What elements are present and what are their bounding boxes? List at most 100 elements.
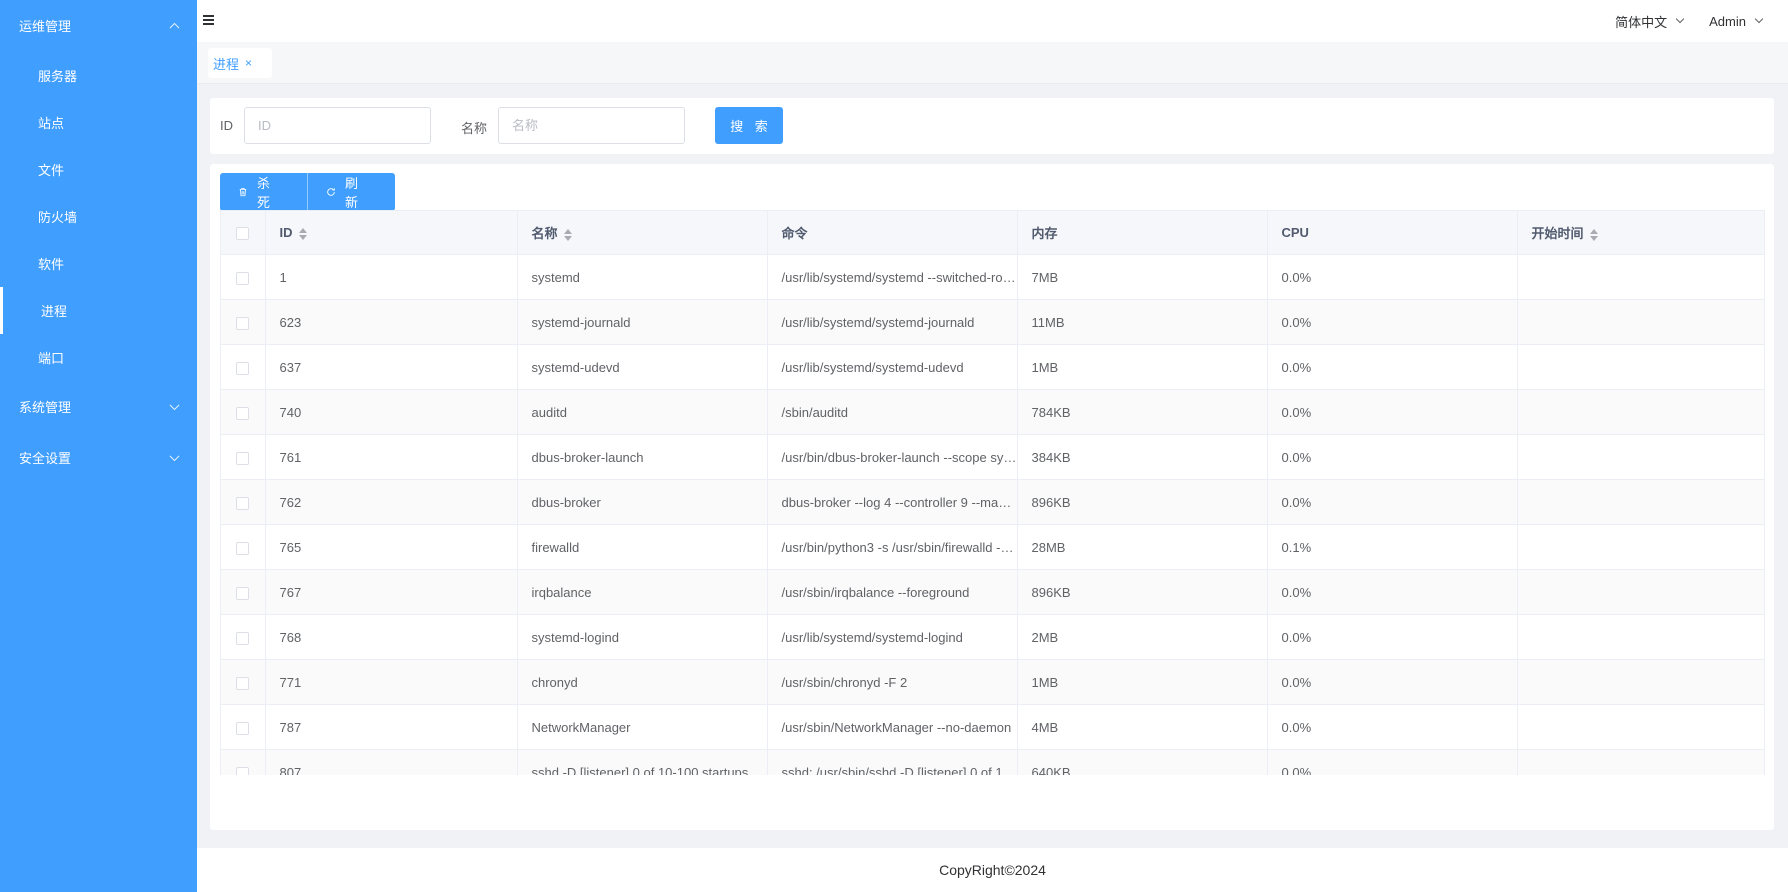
- cell-memory: 1MB: [1017, 344, 1268, 390]
- table-row[interactable]: 765 firewalld/usr/bin/python3 -s /usr/sbi…: [221, 524, 1764, 570]
- cell-start-time: [1517, 524, 1764, 570]
- cell-memory: 28MB: [1017, 524, 1268, 570]
- row-checkbox-cell: [221, 569, 266, 615]
- cell-id: 807: [265, 749, 518, 775]
- row-checkbox[interactable]: [236, 406, 250, 420]
- cell-id: 767: [265, 569, 518, 615]
- row-checkbox[interactable]: [236, 676, 250, 690]
- sidebar-item-firewall[interactable]: 防火墙: [0, 193, 197, 240]
- row-checkbox-cell: [221, 389, 266, 435]
- cell-memory: 1MB: [1017, 659, 1268, 705]
- menu-title-ops[interactable]: 运维管理: [0, 0, 197, 51]
- language-label: 简体中文: [1615, 14, 1668, 30]
- sort-icon[interactable]: [563, 228, 572, 241]
- column-header-label: 内存: [1031, 226, 1058, 241]
- cell-id: 771: [265, 659, 518, 705]
- table-row[interactable]: 1 systemd/usr/lib/systemd/systemd --switc…: [221, 254, 1764, 300]
- column-header-start-time[interactable]: 开始时间: [1517, 210, 1764, 255]
- close-icon[interactable]: ×: [245, 56, 252, 70]
- sidebar-item-sites[interactable]: 站点: [0, 99, 197, 146]
- cell-id: 1: [265, 254, 518, 300]
- table-row[interactable]: 623 systemd-journald/usr/lib/systemd/syst…: [221, 299, 1764, 345]
- cell-command: dbus-broker --log 4 --controller 9 --mac…: [767, 479, 1018, 525]
- menu-title-system[interactable]: 系统管理: [0, 381, 197, 432]
- chevron-down-icon: [169, 450, 180, 461]
- column-header-label: 命令: [781, 226, 808, 241]
- table-row[interactable]: 771 chronyd/usr/sbin/chronyd -F 2 1MB 0.0%: [221, 659, 1764, 705]
- cell-command: /usr/sbin/chronyd -F 2: [767, 659, 1018, 705]
- select-all-checkbox[interactable]: [236, 227, 250, 241]
- id-input[interactable]: [244, 107, 431, 144]
- sidebar-item-label: 站点: [38, 116, 65, 131]
- cell-command: /usr/lib/systemd/systemd-logind: [767, 614, 1018, 660]
- chevron-down-icon: [1675, 14, 1685, 24]
- cell-cpu: 0.0%: [1267, 659, 1518, 705]
- chevron-down-icon: [169, 399, 180, 410]
- cell-id: 762: [265, 479, 518, 525]
- cell-id: 623: [265, 299, 518, 345]
- header-checkbox-cell: [221, 210, 266, 255]
- user-dropdown[interactable]: Admin: [1709, 14, 1764, 29]
- table-row[interactable]: 761 dbus-broker-launch/usr/bin/dbus-broke…: [221, 434, 1764, 480]
- cell-cpu: 0.0%: [1267, 389, 1518, 435]
- language-dropdown[interactable]: 简体中文: [1615, 12, 1685, 31]
- refresh-button[interactable]: 刷 新: [308, 173, 395, 211]
- row-checkbox[interactable]: [236, 586, 250, 600]
- row-checkbox[interactable]: [236, 361, 250, 375]
- toolbar: 杀 死 刷 新: [220, 173, 395, 211]
- cell-name: firewalld: [517, 524, 768, 570]
- cell-cpu: 0.0%: [1267, 569, 1518, 615]
- row-checkbox[interactable]: [236, 271, 250, 285]
- cell-command: /usr/bin/python3 -s /usr/sbin/firewalld …: [767, 524, 1018, 570]
- cell-command: /usr/sbin/irqbalance --foreground: [767, 569, 1018, 615]
- cell-memory: 2MB: [1017, 614, 1268, 660]
- search-button[interactable]: 搜 索: [715, 107, 783, 144]
- sidebar-item-ports[interactable]: 端口: [0, 334, 197, 381]
- table-row[interactable]: 637 systemd-udevd/usr/lib/systemd/systemd…: [221, 344, 1764, 390]
- table-row[interactable]: 787 NetworkManager/usr/sbin/NetworkManage…: [221, 704, 1764, 750]
- tab-processes[interactable]: 进程 ×: [208, 48, 272, 78]
- name-input[interactable]: [498, 107, 685, 144]
- cell-command: /usr/lib/systemd/systemd-udevd: [767, 344, 1018, 390]
- cell-command: /sbin/auditd: [767, 389, 1018, 435]
- row-checkbox[interactable]: [236, 316, 250, 330]
- menu-title-security[interactable]: 安全设置: [0, 432, 197, 483]
- sidebar-item-label: 端口: [38, 351, 65, 366]
- sidebar-item-files[interactable]: 文件: [0, 146, 197, 193]
- sidebar-item-servers[interactable]: 服务器: [0, 52, 197, 99]
- row-checkbox[interactable]: [236, 496, 250, 510]
- table-row[interactable]: 740 auditd/sbin/auditd 784KB 0.0%: [221, 389, 1764, 435]
- row-checkbox[interactable]: [236, 631, 250, 645]
- table-row[interactable]: 762 dbus-broker dbus-broker --log 4 --cont…: [221, 479, 1764, 525]
- table-row[interactable]: 807 sshd -D [listener] 0 of 10-100 startu…: [221, 749, 1764, 775]
- search-form: ID 名称 搜 索: [210, 98, 1774, 154]
- sidebar-item-software[interactable]: 软件: [0, 240, 197, 287]
- row-checkbox[interactable]: [236, 541, 250, 555]
- cell-memory: 4MB: [1017, 704, 1268, 750]
- kill-label: 杀 死: [256, 176, 273, 210]
- table-row[interactable]: 767 irqbalance/usr/sbin/irqbalance --fore…: [221, 569, 1764, 615]
- column-header-id[interactable]: ID: [265, 210, 518, 255]
- table-row[interactable]: 768 systemd-logind/usr/lib/systemd/system…: [221, 614, 1764, 660]
- column-header-name[interactable]: 名称: [517, 210, 768, 255]
- row-checkbox[interactable]: [236, 451, 250, 465]
- trash-icon: [239, 188, 247, 197]
- sort-icon[interactable]: [298, 227, 307, 240]
- kill-button[interactable]: 杀 死: [220, 173, 308, 211]
- row-checkbox[interactable]: [236, 766, 250, 775]
- row-checkbox-cell: [221, 704, 266, 750]
- menu-list-ops: 服务器 站点 文件 防火墙 软件 进程 端口: [0, 51, 197, 381]
- cell-name: systemd-logind: [517, 614, 768, 660]
- row-checkbox[interactable]: [236, 721, 250, 735]
- menu-title-label: 运维管理: [19, 19, 72, 34]
- menu-group-ops: 运维管理 服务器 站点 文件 防火墙 软件 进程 端口: [0, 0, 197, 381]
- cell-memory: 896KB: [1017, 479, 1268, 525]
- cell-cpu: 0.0%: [1267, 704, 1518, 750]
- sidebar-item-label: 软件: [38, 257, 65, 272]
- cell-start-time: [1517, 254, 1764, 300]
- menu-toggle-icon[interactable]: [203, 15, 214, 26]
- sidebar-item-processes[interactable]: 进程: [0, 287, 197, 334]
- sort-icon[interactable]: [1589, 228, 1598, 241]
- cell-name: NetworkManager: [517, 704, 768, 750]
- cell-id: 637: [265, 344, 518, 390]
